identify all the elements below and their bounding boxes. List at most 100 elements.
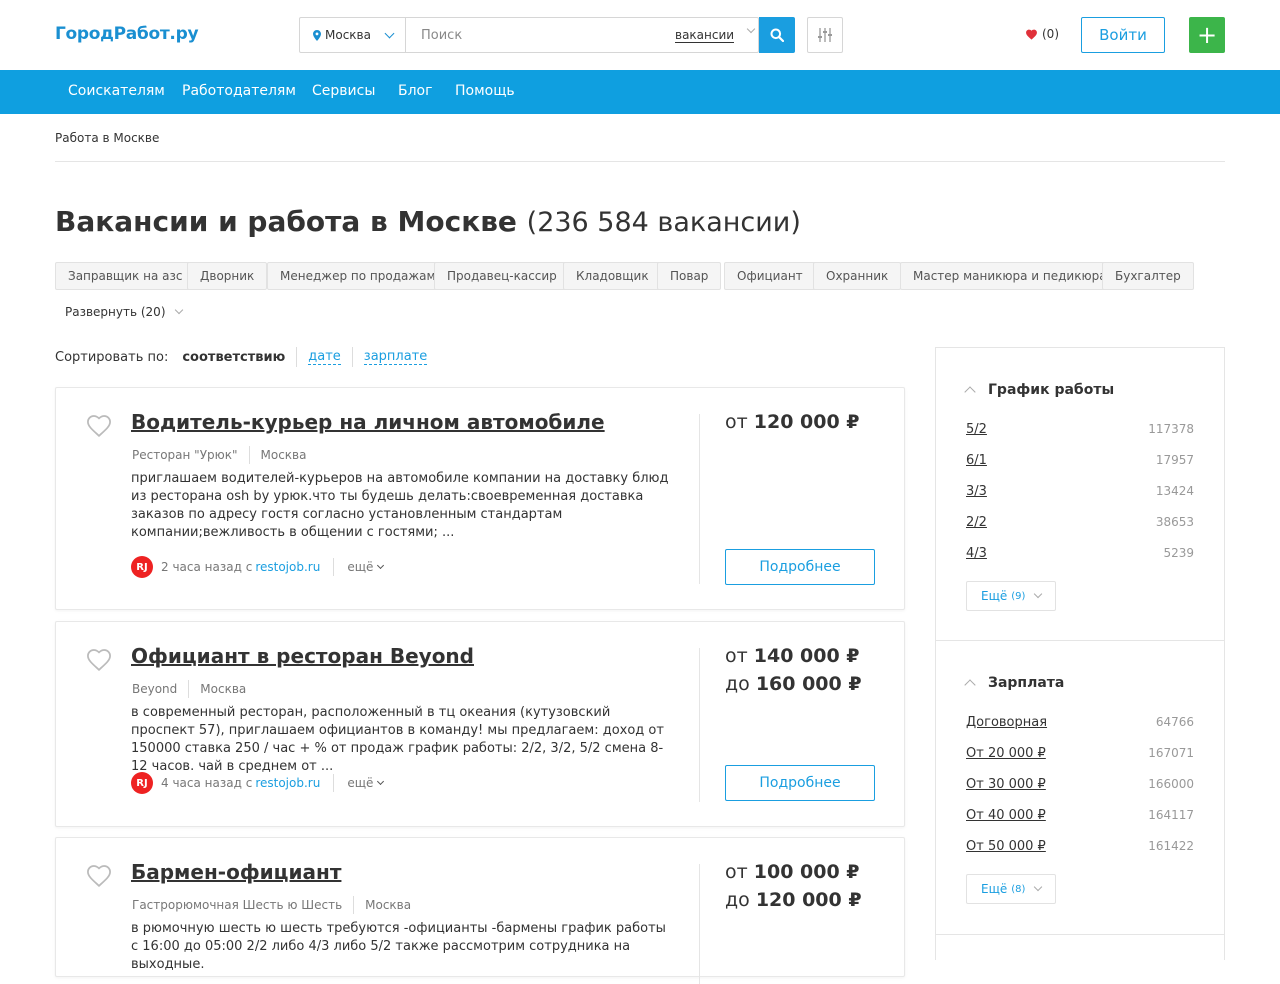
filter-option-label[interactable]: Договорная [966,715,1047,730]
vacancy-meta: Ресторан "Урюк" Москва [132,446,306,464]
divider [188,680,190,698]
filter-option-label[interactable]: От 50 000 ₽ [966,839,1046,854]
add-vacancy-button[interactable]: + [1189,17,1225,53]
filter-option-label[interactable]: От 30 000 ₽ [966,777,1046,792]
tag-chip[interactable]: Дворник [187,262,268,290]
sort-option-salary[interactable]: зарплате [363,349,428,365]
chevron-down-icon [377,777,385,785]
search-button[interactable] [759,17,795,53]
details-button[interactable]: Подробнее [725,549,875,585]
breadcrumb[interactable]: Работа в Москве [55,131,159,145]
sort-label: Сортировать по: [55,349,169,365]
vacancy-title[interactable]: Бармен-официант [131,860,341,884]
site-logo[interactable]: ГородРабот.ру [55,24,199,44]
tag-chip[interactable]: Официант [724,262,816,290]
divider [333,774,335,792]
nav-item-blog[interactable]: Блог [398,83,432,99]
main-nav: Соискателям Работодателям Сервисы Блог П… [0,70,1280,114]
login-button[interactable]: Войти [1081,17,1165,53]
divider [699,414,700,584]
filter-group-header[interactable]: Зарплата [964,675,1064,691]
vacancy-card: Водитель-курьер на личном автомобиле Рес… [55,387,905,610]
tag-chip[interactable]: Менеджер по продажам [267,262,449,290]
favorite-heart-icon[interactable] [85,412,113,438]
expand-tags-button[interactable]: Развернуть (20) [65,305,183,319]
filter-option[interactable]: От 50 000 ₽ 161422 [966,839,1194,854]
filter-option-label[interactable]: 4/3 [966,546,987,561]
filter-option[interactable]: 3/3 13424 [966,484,1194,499]
vacancy-footer: RJ 4 часа назад с restojob.ru ещё [131,772,385,794]
filter-more-label: Ещё [981,882,1008,896]
divider [936,934,1224,935]
filter-option[interactable]: От 20 000 ₽ 167071 [966,746,1194,761]
sort-option-date[interactable]: дате [308,349,341,365]
divider [353,896,355,914]
tag-chip[interactable]: Повар [657,262,722,290]
filter-group-title: График работы [988,382,1115,398]
favorite-heart-icon[interactable] [85,646,113,672]
sort-bar: Сортировать по: соответствию дате зарпла… [55,347,428,367]
filter-option[interactable]: 5/2 117378 [966,422,1194,437]
filter-option[interactable]: 6/1 17957 [966,453,1194,468]
search-input[interactable] [407,18,657,52]
search-type-select[interactable]: вакансии [675,28,735,43]
filter-option-count: 5239 [1163,546,1194,560]
source-link[interactable]: restojob.ru [255,560,320,574]
tag-chip[interactable]: Охранник [813,262,902,290]
salary-from-label: от [725,411,748,433]
city-label: Москва [325,28,371,42]
vacancy-title[interactable]: Водитель-курьер на личном автомобиле [131,410,605,434]
more-dropdown[interactable]: ещё [347,776,385,790]
filter-option[interactable]: От 40 000 ₽ 164117 [966,808,1194,823]
favorite-heart-icon[interactable] [85,862,113,888]
salary-to-row: до 160 000 ₽ [725,670,862,698]
tag-chip[interactable]: Кладовщик [563,262,662,290]
filter-option[interactable]: 4/3 5239 [966,546,1194,561]
tag-chip[interactable]: Заправщик на азс [55,262,196,290]
vacancy-footer: RJ 2 часа назад с restojob.ru ещё [131,556,385,578]
salary-range: от 140 000 ₽ до 160 000 ₽ [725,642,862,698]
filter-group-schedule: График работы 5/2 117378 6/1 17957 3/3 1342… [936,348,1224,640]
salary-from-value: 140 000 ₽ [753,645,860,667]
nav-item-employers[interactable]: Работодателям [182,83,296,99]
chevron-down-icon [1034,882,1043,892]
salary-to-label: до [725,673,750,695]
nav-item-help[interactable]: Помощь [455,83,515,99]
sort-option-relevance[interactable]: соответствию [182,350,285,365]
details-button[interactable]: Подробнее [725,765,875,801]
sliders-icon [818,28,832,42]
vacancy-description: приглашаем водителей-курьеров на автомоб… [131,471,669,540]
filter-group-header[interactable]: График работы [964,382,1115,398]
filters-button[interactable] [807,17,843,53]
page-title-text: Вакансии и работа в Москве [55,205,517,238]
divider [248,446,250,464]
tag-chip[interactable]: Мастер маникюра и педикюра [900,262,1120,290]
filter-option-label[interactable]: 3/3 [966,484,987,499]
filter-option-label[interactable]: От 20 000 ₽ [966,746,1046,761]
vacancy-title[interactable]: Официант в ресторан Beyond [131,644,474,668]
filter-option-count: 64766 [1155,715,1194,729]
city-selector[interactable]: Москва [300,18,406,52]
posted-time: 4 часа назад с [161,776,253,790]
more-dropdown[interactable]: ещё [347,560,385,574]
nav-item-jobseekers[interactable]: Соискателям [68,83,165,99]
vacancy-description: в рюмочную шесть ю шесть требуются -офиц… [131,921,666,972]
filter-option-label[interactable]: От 40 000 ₽ [966,808,1046,823]
filter-option-label[interactable]: 2/2 [966,515,987,530]
favorites-link[interactable]: (0) [1025,27,1059,41]
filter-option-label[interactable]: 5/2 [966,422,987,437]
nav-item-services[interactable]: Сервисы [312,83,375,99]
filter-more-button[interactable]: Ещё (8) [966,874,1057,904]
salary-to-row: до 120 000 ₽ [725,886,862,914]
chevron-down-icon [1034,589,1043,599]
tag-chip[interactable]: Продавец-кассир [434,262,570,290]
filter-option[interactable]: 2/2 38653 [966,515,1194,530]
tag-chip[interactable]: Бухгалтер [1102,262,1194,290]
filter-option-label[interactable]: 6/1 [966,453,987,468]
filter-option[interactable]: Договорная 64766 [966,715,1194,730]
filter-more-button[interactable]: Ещё (9) [966,581,1057,611]
more-label: ещё [347,560,374,574]
company-name: Гастрорюмочная Шесть ю Шесть [132,898,343,912]
filter-option[interactable]: От 30 000 ₽ 166000 [966,777,1194,792]
source-link[interactable]: restojob.ru [255,776,320,790]
